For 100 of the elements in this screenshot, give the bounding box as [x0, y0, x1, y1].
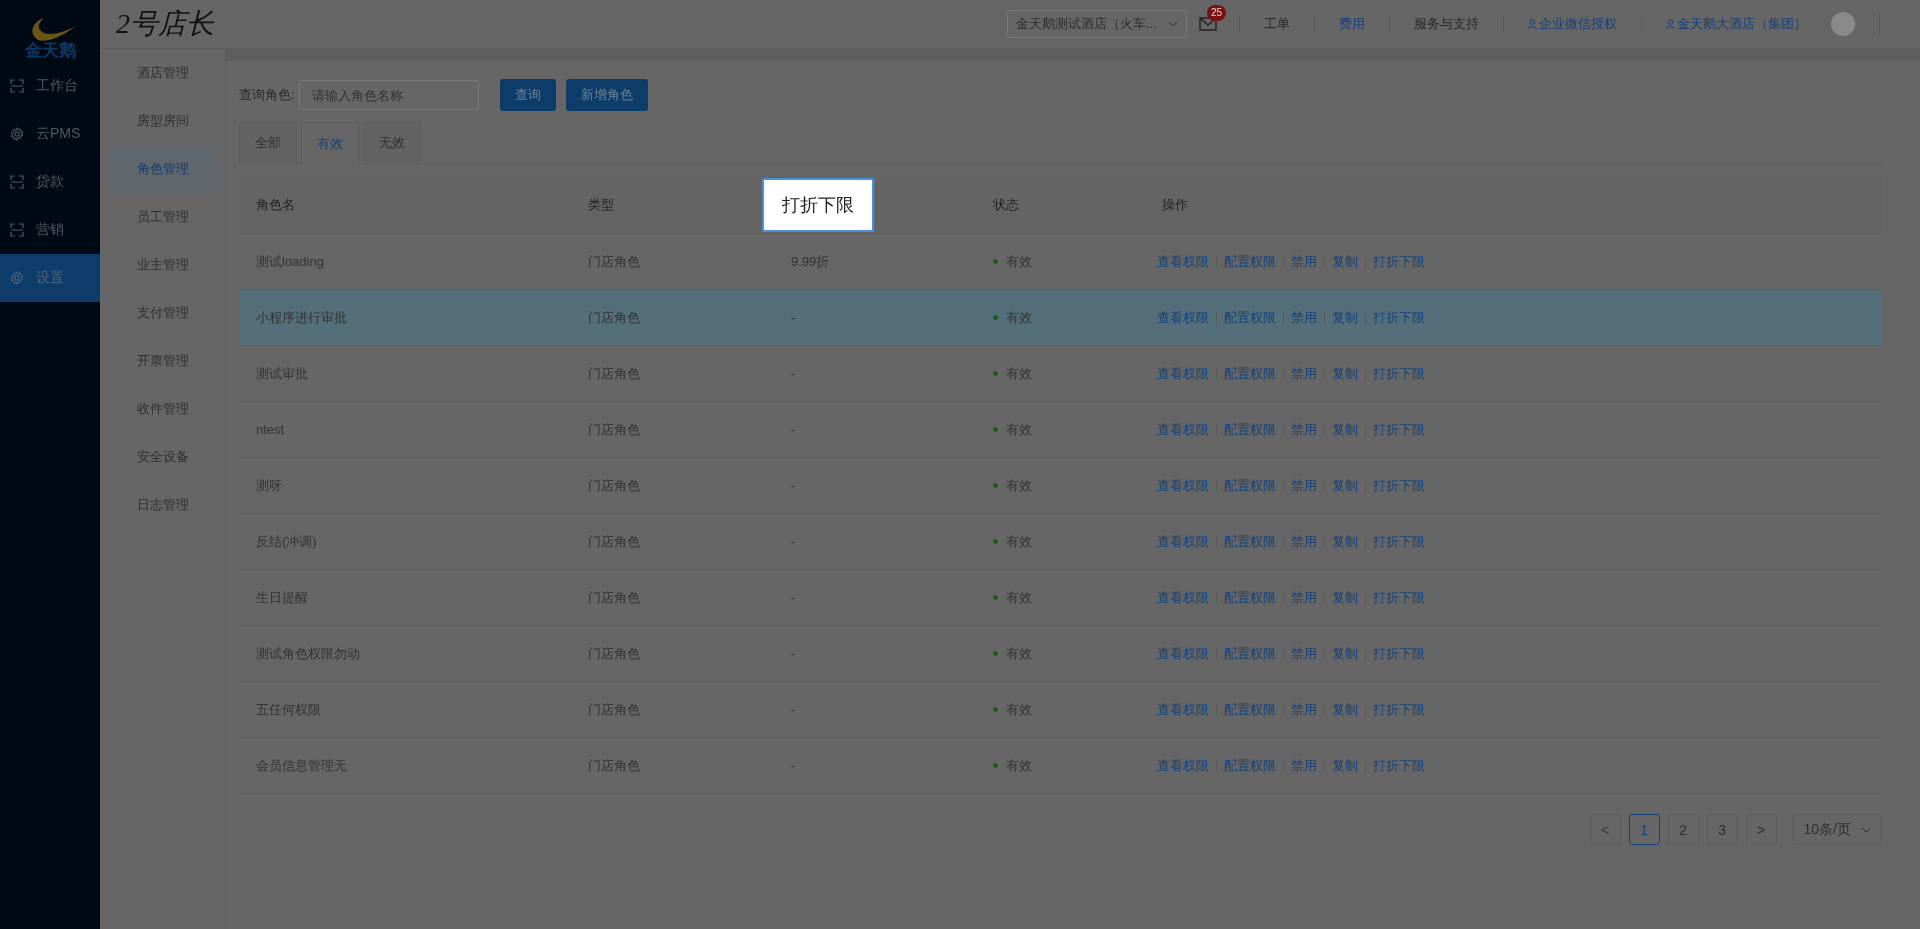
query-button[interactable]: 查询 — [499, 79, 556, 111]
action-link[interactable]: 复制 — [1332, 644, 1358, 663]
action-link[interactable]: 查看权限 — [1157, 700, 1209, 719]
frame-icon — [10, 223, 24, 237]
status-dot — [993, 651, 998, 656]
action-link[interactable]: 配置权限 — [1224, 420, 1276, 439]
submenu-item[interactable]: 角色管理 — [110, 145, 215, 193]
action-link[interactable]: 配置权限 — [1224, 308, 1276, 327]
column-header: 类型 — [587, 196, 615, 214]
header-link[interactable]: 服务与支持 — [1389, 15, 1503, 33]
action-link[interactable]: 配置权限 — [1224, 476, 1276, 495]
column-header: 角色名 — [255, 196, 296, 214]
discount-cell-text: - — [790, 702, 797, 717]
action-link[interactable]: 查看权限 — [1157, 756, 1209, 775]
nav-item[interactable]: 贷款 — [0, 158, 100, 206]
action-link[interactable]: 打折下限 — [1373, 700, 1425, 719]
page-button[interactable]: 1 — [1628, 814, 1660, 845]
action-link[interactable]: 禁用 — [1291, 420, 1317, 439]
action-link[interactable]: 查看权限 — [1157, 644, 1209, 663]
action-link[interactable]: 配置权限 — [1224, 252, 1276, 271]
action-link[interactable]: 复制 — [1332, 588, 1358, 607]
action-link[interactable]: 配置权限 — [1224, 588, 1276, 607]
action-link[interactable]: 复制 — [1332, 308, 1358, 327]
action-link[interactable]: 复制 — [1332, 420, 1358, 439]
status-dot — [993, 315, 998, 320]
add-role-button[interactable]: 新增角色 — [565, 79, 648, 111]
status-dot — [993, 483, 998, 488]
discount-cell-text: - — [790, 310, 797, 325]
nav-item[interactable]: 工作台 — [0, 62, 100, 110]
action-link[interactable]: 查看权限 — [1157, 420, 1209, 439]
header-link[interactable]: 企业微信授权 — [1503, 15, 1641, 33]
action-link[interactable]: 复制 — [1332, 700, 1358, 719]
action-link[interactable]: 打折下限 — [1373, 252, 1425, 271]
action-link[interactable]: 打折下限 — [1373, 756, 1425, 775]
action-link[interactable]: 禁用 — [1291, 364, 1317, 383]
action-link[interactable]: 禁用 — [1291, 700, 1317, 719]
action-link[interactable]: 配置权限 — [1224, 364, 1276, 383]
status-dot — [993, 539, 998, 544]
action-link[interactable]: 打折下限 — [1373, 420, 1425, 439]
avatar[interactable] — [1831, 12, 1855, 36]
status-dot — [993, 707, 998, 712]
column-header: 状态 — [992, 196, 1020, 214]
status-dot — [993, 427, 998, 432]
discount-cell-text: - — [790, 422, 797, 437]
action-link[interactable]: 打折下限 — [1373, 364, 1425, 383]
action-link[interactable]: 查看权限 — [1157, 308, 1209, 327]
action-link[interactable]: 配置权限 — [1224, 532, 1276, 551]
header-link[interactable]: 金天鹅大酒店（集团） — [1641, 15, 1831, 33]
notification-badge: 25 — [1207, 5, 1227, 21]
action-link[interactable]: 查看权限 — [1157, 252, 1209, 271]
search-label: 查询角色: — [239, 86, 295, 104]
action-link[interactable]: 配置权限 — [1224, 700, 1276, 719]
action-link[interactable]: 禁用 — [1291, 644, 1317, 663]
action-link[interactable]: 复制 — [1332, 252, 1358, 271]
nav-item[interactable]: 设置 — [0, 254, 100, 302]
header-link[interactable]: 工单 — [1239, 15, 1314, 33]
app-title: 2号店长 — [116, 7, 214, 41]
action-link[interactable]: 打折下限 — [1373, 532, 1425, 551]
action-link[interactable]: 禁用 — [1291, 756, 1317, 775]
action-link[interactable]: 打折下限 — [1373, 644, 1425, 663]
user-icon — [1528, 19, 1537, 29]
chevron-down-icon — [1168, 21, 1178, 27]
action-link[interactable]: 配置权限 — [1224, 644, 1276, 663]
action-link[interactable]: 禁用 — [1291, 308, 1317, 327]
discount-cell-text: - — [790, 758, 797, 773]
status-dot — [993, 763, 998, 768]
action-link[interactable]: 打折下限 — [1373, 588, 1425, 607]
action-link[interactable]: 禁用 — [1291, 476, 1317, 495]
tab[interactable]: 有效 — [301, 122, 359, 164]
logo-text: 金天鹅 — [24, 42, 76, 60]
mail-icon[interactable] — [1199, 17, 1217, 31]
status-dot — [993, 595, 998, 600]
action-link[interactable]: 复制 — [1332, 756, 1358, 775]
action-link[interactable]: 打折下限 — [1373, 308, 1425, 327]
action-link[interactable]: 禁用 — [1291, 532, 1317, 551]
action-link[interactable]: 查看权限 — [1157, 476, 1209, 495]
status-dot — [993, 259, 998, 264]
role-name-cell-text: 小程序进行审批 — [255, 308, 348, 327]
frame-icon — [10, 79, 24, 93]
action-link[interactable]: 打折下限 — [1373, 476, 1425, 495]
chevron-down-icon — [1861, 826, 1871, 833]
action-link[interactable]: 禁用 — [1291, 588, 1317, 607]
discount-cell-text: - — [790, 366, 797, 381]
nav-item[interactable]: 营销 — [0, 206, 100, 254]
action-link[interactable]: 查看权限 — [1157, 532, 1209, 551]
role-type-cell-text: 门店角色 — [587, 308, 641, 327]
discount-cell-text: - — [790, 646, 797, 661]
prev-page-button[interactable]: < — [1589, 814, 1621, 845]
action-link[interactable]: 配置权限 — [1224, 756, 1276, 775]
header-link[interactable]: 费用 — [1314, 15, 1389, 33]
gear-icon — [10, 127, 24, 141]
column-header: 打折下限 — [762, 178, 874, 232]
next-page-button[interactable]: > — [1745, 814, 1777, 845]
action-link[interactable]: 查看权限 — [1157, 588, 1209, 607]
action-link[interactable]: 复制 — [1332, 364, 1358, 383]
action-link[interactable]: 复制 — [1332, 476, 1358, 495]
nav-item[interactable]: 云PMS — [0, 110, 100, 158]
action-link[interactable]: 禁用 — [1291, 252, 1317, 271]
action-link[interactable]: 复制 — [1332, 532, 1358, 551]
action-link[interactable]: 查看权限 — [1157, 364, 1209, 383]
